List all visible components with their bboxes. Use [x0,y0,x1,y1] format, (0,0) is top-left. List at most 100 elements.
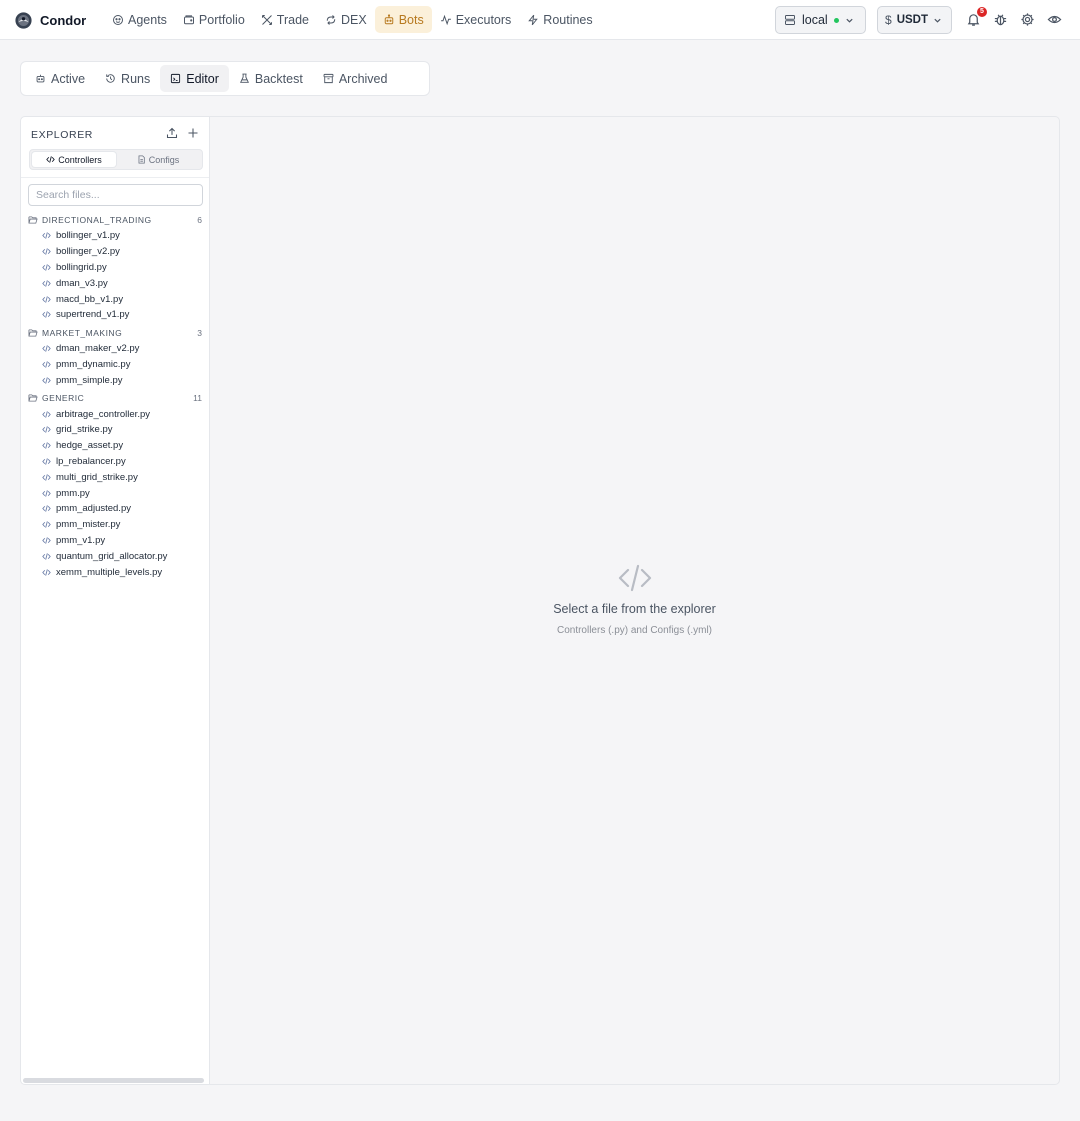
gear-icon[interactable] [1020,12,1035,27]
folder-market-making[interactable]: MARKET_MAKING 3 [21,325,210,341]
nav-label: Routines [543,12,593,27]
nav-label: Agents [128,12,167,27]
arrows-cross-icon [261,14,272,25]
file-name: lp_rebalancer.py [56,455,126,467]
folder-directional-trading[interactable]: DIRECTIONAL_TRADING 6 [21,212,210,228]
code-file-icon [42,489,51,497]
tab-label: Editor [186,71,219,86]
file-name: macd_bb_v1.py [56,293,124,305]
file-item[interactable]: xemm_multiple_levels.py [21,564,210,580]
editor-panel: Select a file from the explorer Controll… [209,116,1060,1085]
currency-name: USDT [896,14,928,26]
file-item[interactable]: grid_strike.py [21,422,210,438]
folder-count: 6 [197,215,202,225]
file-item[interactable]: pmm.py [21,485,210,501]
code-file-icon [42,553,51,560]
nav-item-agents[interactable]: Agents [104,6,175,33]
file-item[interactable]: multi_grid_strike.py [21,469,210,485]
nav-item-dex[interactable]: DEX [317,6,375,33]
code-file-icon [42,537,51,544]
file-item[interactable]: pmm_mister.py [21,517,210,533]
code-file-icon [42,458,51,465]
file-name: xemm_multiple_levels.py [56,566,163,578]
file-item[interactable]: arbitrage_controller.py [21,406,210,422]
file-name: bollingrid.py [56,261,107,273]
search-files-input[interactable] [28,184,203,206]
archive-icon [323,73,334,84]
currency-select[interactable]: $ USDT [877,6,952,34]
tab-editor[interactable]: Editor [160,65,229,92]
code-file-icon [42,232,51,240]
file-name: pmm_simple.py [56,374,123,386]
empty-state: Select a file from the explorer Controll… [210,563,1059,636]
empty-state-subtitle: Controllers (.py) and Configs (.yml) [556,625,713,636]
code-icon [46,156,55,163]
file-name: quantum_grid_allocator.py [56,550,168,562]
file-item[interactable]: bollinger_v1.py [21,228,210,244]
file-name: bollinger_v2.py [56,246,120,258]
condor-logo-icon [15,11,32,29]
file-item[interactable]: dman_v3.py [21,275,210,291]
file-item[interactable]: bollinger_v2.py [21,244,210,260]
nav-item-trade[interactable]: Trade [253,6,317,33]
explorer-segment-control: Controllers Configs [29,149,203,170]
file-item[interactable]: hedge_asset.py [21,438,210,454]
file-item[interactable]: pmm_simple.py [21,372,210,388]
plus-icon[interactable] [187,127,199,139]
bot-icon [384,13,393,24]
bot-icon [36,74,45,83]
dollar-icon: $ [885,13,892,27]
segment-controllers[interactable]: Controllers [32,152,116,167]
nav-item-portfolio[interactable]: Portfolio [175,6,253,33]
upload-icon[interactable] [166,127,178,139]
code-file-icon [42,377,51,384]
file-name: hedge_asset.py [56,440,124,452]
tab-backtest[interactable]: Backtest [229,65,313,92]
bug-icon[interactable] [993,12,1008,27]
folder-generic[interactable]: GENERIC 11 [21,390,210,406]
nav-item-executors[interactable]: Executors [432,6,520,33]
code-file-icon [42,474,51,481]
activity-icon [440,14,451,25]
file-item[interactable]: pmm_adjusted.py [21,501,210,517]
code-file-icon [42,410,51,418]
file-name: arbitrage_controller.py [56,408,150,420]
file-item[interactable]: dman_maker_v2.py [21,341,210,357]
top-navigation-bar: Condor Agents Portfolio Trade DEX Bots E… [0,0,1080,40]
segment-configs[interactable]: Configs [116,152,200,167]
code-file-icon [171,73,181,84]
tab-active[interactable]: Active [25,65,95,92]
server-select[interactable]: local [775,6,866,34]
tab-runs[interactable]: Runs [95,65,160,92]
server-status-dot [833,17,839,23]
folder-name: GENERIC [42,393,85,404]
file-item[interactable]: pmm_dynamic.py [21,357,210,373]
file-name: bollinger_v1.py [56,230,120,242]
brand[interactable]: Condor [15,11,86,29]
file-item[interactable]: lp_rebalancer.py [21,454,210,470]
code-file-icon [42,505,51,513]
file-item[interactable]: bollingrid.py [21,260,210,276]
file-item[interactable]: pmm_v1.py [21,533,210,549]
folder-name: MARKET_MAKING [42,327,123,338]
notification-badge: 5 [977,7,987,17]
nav-item-routines[interactable]: Routines [519,6,600,33]
main-nav: Agents Portfolio Trade DEX Bots Executor… [104,6,601,33]
eye-icon[interactable] [1047,12,1062,27]
horizontal-scrollbar[interactable] [23,1078,204,1083]
file-name: grid_strike.py [56,424,113,436]
file-item[interactable]: quantum_grid_allocator.py [21,548,210,564]
folder-name: DIRECTIONAL_TRADING [42,215,152,225]
file-item[interactable]: supertrend_v1.py [21,307,210,323]
nav-item-bots[interactable]: Bots [374,6,432,33]
tab-archived[interactable]: Archived [313,65,398,92]
explorer-actions [166,127,199,139]
file-item[interactable]: macd_bb_v1.py [21,291,210,307]
file-tree: DIRECTIONAL_TRADING 6 bollinger_v1.pybolli… [21,212,210,580]
nav-label: Bots [398,12,424,27]
code-file-icon [42,280,51,287]
file-name: dman_maker_v2.py [56,343,140,355]
tab-label: Runs [121,71,151,86]
lightning-icon [528,14,539,25]
file-name: dman_v3.py [56,277,108,289]
